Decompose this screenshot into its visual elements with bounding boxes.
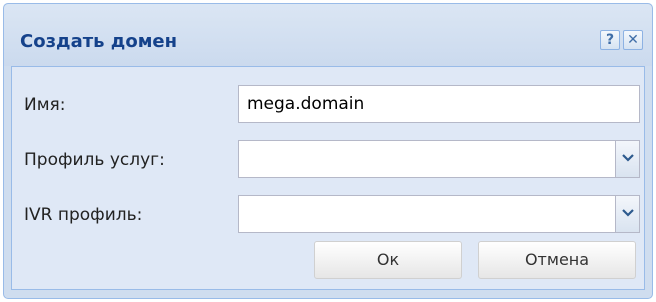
cancel-button[interactable]: Отмена (478, 241, 636, 279)
service-profile-label: Профиль услуг: (24, 150, 165, 170)
ivr-profile-input[interactable] (239, 196, 639, 232)
help-icon[interactable]: ? (600, 30, 620, 50)
dialog-titlebar[interactable]: Создать домен ? ✕ (4, 4, 652, 66)
name-label: Имя: (24, 95, 66, 115)
create-domain-dialog: Создать домен ? ✕ Имя: Профиль услуг: IV… (3, 3, 653, 299)
service-profile-dropdown-button[interactable] (615, 141, 639, 177)
name-field[interactable] (238, 85, 640, 123)
name-input[interactable] (239, 86, 639, 122)
dialog-body: Имя: Профиль услуг: IVR профиль: Ок Отме… (11, 66, 645, 290)
ivr-profile-dropdown-button[interactable] (615, 196, 639, 232)
service-profile-combo[interactable] (238, 140, 640, 178)
dialog-title: Создать домен (20, 31, 178, 52)
ivr-profile-label: IVR профиль: (24, 205, 143, 225)
chevron-down-icon (622, 209, 634, 217)
chevron-down-icon (622, 154, 634, 162)
ok-button[interactable]: Ок (314, 241, 462, 279)
close-icon[interactable]: ✕ (623, 30, 643, 50)
ivr-profile-combo[interactable] (238, 195, 640, 233)
service-profile-input[interactable] (239, 141, 639, 177)
